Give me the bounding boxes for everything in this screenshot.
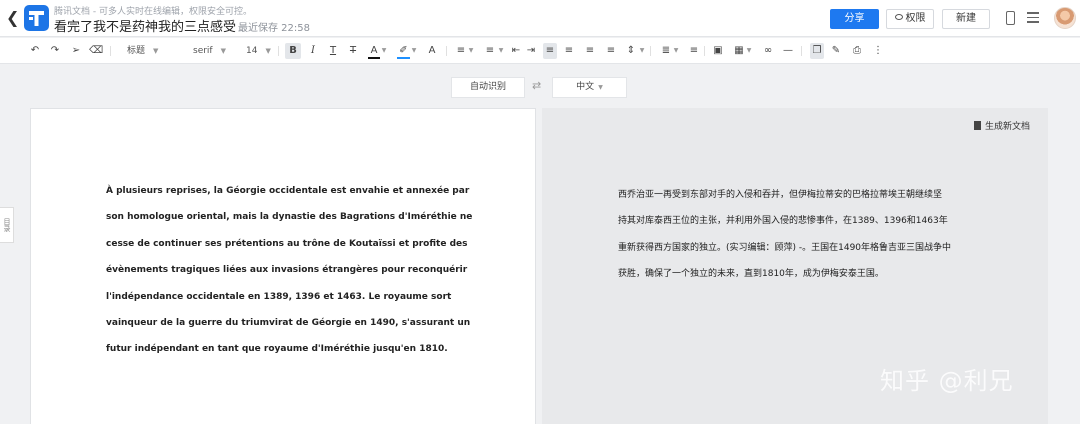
- strikethrough-button[interactable]: T: [347, 43, 359, 59]
- document-icon: [974, 121, 981, 130]
- indent-decrease-icon[interactable]: ⇤: [510, 43, 522, 59]
- font-size-dropdown[interactable]: 14 ▼: [246, 43, 271, 59]
- eye-icon: [894, 14, 903, 20]
- redo-icon[interactable]: ↷: [48, 43, 62, 59]
- divider-icon[interactable]: —: [782, 43, 794, 59]
- back-icon[interactable]: ❮: [6, 9, 20, 27]
- permission-label: 权限: [905, 13, 926, 24]
- align-justify-icon[interactable]: ≡: [604, 43, 618, 59]
- source-line: vainqueur de la guerre du triumvirat de …: [106, 317, 471, 328]
- line-height-icon[interactable]: ⇕: [624, 43, 638, 59]
- ordered-list-icon[interactable]: ≡: [454, 43, 468, 59]
- chevron-down-icon[interactable]: ▼: [672, 43, 680, 59]
- format-toolbar: ↶ ↷ ➢ ⌫ 标题 ▼ serif ▼ 14 ▼ B I T T A ▼ ✐ ▼ A…: [0, 38, 1080, 64]
- save-status: 最近保存 22:58: [238, 23, 310, 34]
- font-color-bar: [368, 57, 380, 59]
- font-label: serif: [193, 46, 213, 56]
- mobile-icon[interactable]: [1006, 11, 1015, 25]
- style-label: 标题: [127, 46, 146, 56]
- format-more-icon[interactable]: ≡: [688, 43, 700, 59]
- more-icon[interactable]: ⋮: [872, 43, 884, 59]
- undo-icon[interactable]: ↶: [28, 43, 42, 59]
- tencent-docs-logo[interactable]: [24, 5, 49, 31]
- highlight-color-bar: [397, 57, 410, 59]
- chevron-down-icon: ▼: [265, 47, 271, 55]
- outline-toggle[interactable]: 目录: [0, 207, 14, 243]
- translation-line: 重新获得西方国家的独立。(实习编辑：顾萍) -。王国在1490年格鲁吉亚三国战争…: [618, 242, 952, 253]
- chevron-down-icon[interactable]: ▼: [745, 43, 753, 59]
- format-painter-icon[interactable]: ➢: [70, 43, 82, 59]
- source-language-select[interactable]: 自动识别: [451, 77, 525, 98]
- watermark: 知乎 @利兄: [880, 367, 1014, 395]
- source-line: À plusieurs reprises, la Géorgie occiden…: [106, 186, 470, 196]
- paragraph-spacing-icon[interactable]: ≣: [660, 43, 672, 59]
- print-icon[interactable]: ⎙: [850, 43, 864, 59]
- copy-icon[interactable]: ❐: [810, 43, 824, 59]
- share-button[interactable]: 分享: [830, 9, 879, 29]
- source-line: son homologue oriental, mais la dynastie…: [106, 212, 473, 223]
- chevron-down-icon[interactable]: ▼: [410, 43, 418, 59]
- text-style-button[interactable]: A: [426, 43, 438, 59]
- translation-text: 西乔治亚一再受到东部对手的入侵和吞并，但伊梅拉蒂安的巴格拉蒂埃王朝继续坚 持其对…: [618, 187, 998, 293]
- translation-line: 获胜，确保了一个独立的未来，直到1810年，成为伊梅安泰王国。: [618, 269, 884, 280]
- link-icon[interactable]: ∞: [762, 43, 774, 59]
- source-line: futur indépendant en tant que royaume d'…: [106, 344, 448, 355]
- document-title[interactable]: 看完了我不是药神我的三点感受: [54, 16, 236, 35]
- chevron-down-icon: ▼: [220, 47, 226, 55]
- source-text[interactable]: À plusieurs reprises, la Géorgie occiden…: [106, 186, 473, 371]
- font-size-label: 14: [246, 46, 258, 56]
- underline-button[interactable]: T: [327, 43, 339, 59]
- header-bar: ❮ 腾讯文档 - 可多人实时在线编辑，权限安全可控。 看完了我不是药神我的三点感…: [0, 0, 1080, 37]
- align-left-icon[interactable]: ≡: [543, 43, 557, 59]
- style-dropdown[interactable]: 标题 ▼: [127, 43, 158, 59]
- align-right-icon[interactable]: ≡: [583, 43, 597, 59]
- bullet-list-icon[interactable]: ≡: [483, 43, 497, 59]
- permission-button[interactable]: 权限: [886, 9, 934, 29]
- generate-document-button[interactable]: 生成新文档: [974, 119, 1030, 132]
- font-dropdown[interactable]: serif ▼: [193, 43, 226, 59]
- chevron-down-icon[interactable]: ▼: [638, 43, 646, 59]
- chevron-down-icon[interactable]: ▼: [380, 43, 388, 59]
- indent-increase-icon[interactable]: ⇥: [525, 43, 537, 59]
- generate-document-label: 生成新文档: [985, 122, 1031, 132]
- avatar[interactable]: [1054, 7, 1076, 29]
- chevron-down-icon: ▼: [598, 84, 603, 91]
- source-line: évènements tragiques liées aux invasions…: [106, 265, 468, 276]
- target-language-select[interactable]: 中文 ▼: [552, 77, 627, 98]
- source-line: l'indépendance occidentale en 1389, 1396…: [106, 291, 452, 302]
- translation-line: 持其对库泰西王位的主张，并利用外国入侵的悲惨事件，在1389、1396和1463…: [618, 216, 948, 227]
- table-icon[interactable]: ▦: [733, 43, 745, 59]
- app-window: ❮ 腾讯文档 - 可多人实时在线编辑，权限安全可控。 看完了我不是药神我的三点感…: [0, 0, 1080, 424]
- clear-format-icon[interactable]: ⌫: [89, 43, 103, 59]
- chevron-down-icon: ▼: [153, 47, 159, 55]
- chevron-down-icon[interactable]: ▼: [467, 43, 475, 59]
- italic-button[interactable]: I: [307, 43, 319, 59]
- menu-icon[interactable]: [1027, 12, 1039, 23]
- bold-button[interactable]: B: [285, 43, 301, 59]
- target-language-label: 中文: [576, 82, 595, 92]
- new-button[interactable]: 新建: [942, 9, 990, 29]
- source-line: cesse de continuer ses prétentions au tr…: [106, 238, 468, 249]
- swap-language-icon[interactable]: ⇄: [532, 79, 541, 92]
- image-icon[interactable]: ▣: [712, 43, 724, 59]
- translation-line: 西乔治亚一再受到东部对手的入侵和吞并，但伊梅拉蒂安的巴格拉蒂埃王朝继续坚: [618, 190, 943, 200]
- chevron-down-icon[interactable]: ▼: [497, 43, 505, 59]
- align-center-icon[interactable]: ≡: [562, 43, 576, 59]
- source-panel[interactable]: À plusieurs reprises, la Géorgie occiden…: [30, 108, 536, 424]
- comment-icon[interactable]: ✎: [830, 43, 842, 59]
